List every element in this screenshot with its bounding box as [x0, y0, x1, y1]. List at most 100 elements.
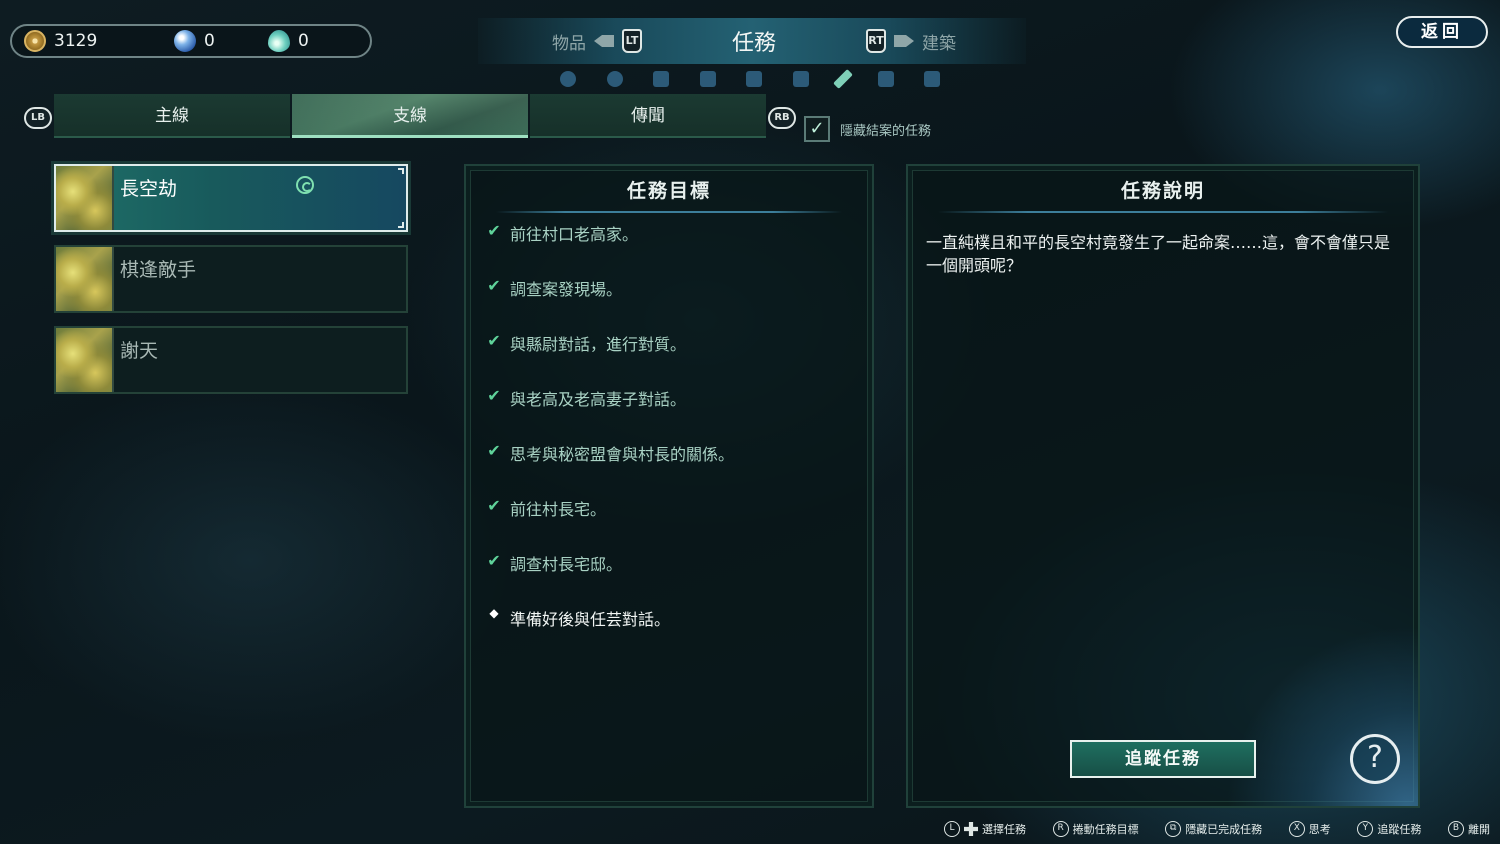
objective-text: 準備好後與任芸對話。	[510, 610, 671, 629]
corner-ornament	[398, 168, 404, 174]
tab-quests[interactable]: 任務	[732, 25, 776, 57]
r-stick-icon: R	[1052, 821, 1069, 837]
objective-item: ✔ 調查案發現場。	[486, 274, 872, 329]
tab-side-quest[interactable]: 支線	[292, 94, 528, 138]
hint-label: 隱藏已完成任務	[1185, 823, 1263, 836]
currency-bar: 3129 0 0	[10, 24, 372, 58]
objectives-list[interactable]: ✔ 前往村口老高家。 ✔ 調查案發現場。 ✔ 與縣尉對話，進行對質。 ✔ 與老高及老高妻…	[466, 219, 872, 659]
drop-value: 0	[298, 31, 309, 51]
track-quest-button[interactable]: 追蹤任務	[1070, 740, 1256, 778]
quest-list: 長空劫 棋逢敵手 謝天	[54, 164, 408, 407]
hide-closed-label: 隱藏結案的任務	[840, 123, 932, 139]
objective-text: 前往村長宅。	[510, 500, 607, 519]
check-icon: ✔	[487, 496, 501, 515]
mask-icon[interactable]	[560, 71, 576, 87]
dpad-icon	[964, 822, 978, 836]
tab-rumors[interactable]: 傳聞	[530, 94, 766, 138]
table-icon[interactable]	[877, 71, 894, 87]
hint-scroll-objectives[interactable]: R 捲動任務目標	[1052, 821, 1139, 837]
blue-orb-icon	[174, 30, 196, 52]
currency-drop: 0	[268, 30, 309, 52]
objective-text: 與縣尉對話，進行對質。	[510, 335, 687, 354]
title-divider	[496, 211, 842, 213]
quest-item[interactable]: 長空劫	[54, 164, 408, 232]
hint-label: 追蹤任務	[1377, 823, 1422, 836]
hint-label: 捲動任務目標	[1072, 823, 1139, 836]
check-icon: ✔	[487, 441, 501, 460]
description-title: 任務說明	[1120, 180, 1205, 202]
quest-thumbnail	[56, 166, 114, 230]
objective-item: ✔ 與老高及老高妻子對話。	[486, 384, 872, 439]
check-icon: ✔	[487, 331, 501, 350]
objective-item: ✔ 前往村長宅。	[486, 494, 872, 549]
hint-label: 思考	[1308, 823, 1331, 836]
l-stick-icon: L	[944, 821, 960, 837]
hint-hide-completed[interactable]: ⧉ 隱藏已完成任務	[1165, 821, 1262, 837]
tab-buildings[interactable]: RT 建築	[865, 29, 956, 54]
description-text: 一直純樸且和平的長空村竟發生了一起命案……這，會不會僅只是一個開頭呢？	[926, 233, 1391, 275]
coin-value: 3129	[54, 31, 98, 51]
quest-name: 謝天	[120, 340, 159, 362]
quest-type-tabs: 主線 支線 傳聞	[54, 94, 766, 140]
orb-value: 0	[204, 31, 215, 51]
hint-exit[interactable]: B 離開	[1447, 821, 1490, 837]
check-icon: ✔	[487, 276, 501, 295]
objective-text: 與老高及老高妻子對話。	[510, 390, 687, 409]
water-drop-icon	[268, 30, 290, 52]
scroll-icon[interactable]	[924, 71, 940, 87]
hide-closed-checkbox[interactable]: ✓	[804, 116, 830, 142]
quest-name: 棋逢敵手	[120, 259, 197, 281]
hint-label: 離開	[1467, 823, 1490, 836]
arrow-right-icon	[893, 35, 914, 47]
tab-main-quest[interactable]: 主線	[54, 94, 290, 138]
lt-trigger-icon: LT	[622, 29, 642, 53]
category-icons	[560, 68, 940, 90]
objective-text: 前往村口老高家。	[510, 225, 639, 244]
quest-thumbnail	[56, 328, 114, 392]
tab-quests-label: 任務	[731, 31, 776, 56]
check-icon: ✔	[487, 386, 501, 405]
currency-orb: 0	[174, 30, 268, 52]
currency-coin: 3129	[24, 30, 174, 52]
swirl-icon	[296, 176, 314, 194]
coin-icon	[24, 30, 46, 52]
description-panel: 任務說明 一直純樸且和平的長空村竟發生了一起命案……這，會不會僅只是一個開頭呢？	[906, 164, 1420, 808]
quest-item[interactable]: 棋逢敵手	[54, 245, 408, 313]
title-divider	[938, 211, 1388, 213]
view-button-icon: ⧉	[1165, 821, 1182, 837]
objective-text: 調查案發現場。	[510, 280, 623, 299]
y-button-icon: Y	[1357, 821, 1374, 837]
arrow-left-icon	[594, 35, 614, 47]
think-icon[interactable]: ?	[1350, 734, 1400, 784]
brush-icon[interactable]	[833, 69, 853, 89]
check-icon: ✔	[487, 221, 501, 240]
objective-item: ✔ 前往村口老高家。	[486, 219, 872, 274]
rt-trigger-icon: RT	[865, 29, 886, 53]
book-icon[interactable]	[653, 71, 669, 87]
b-button-icon: B	[1447, 821, 1464, 837]
chest-icon[interactable]	[792, 71, 809, 87]
check-icon: ✔	[487, 551, 501, 570]
objective-item: ✔ 調查村長宅邸。	[486, 549, 872, 604]
hint-track-quest[interactable]: Y 追蹤任務	[1357, 821, 1421, 837]
objective-item: ✔ 思考與秘密盟會與村長的關係。	[486, 439, 872, 494]
hint-think[interactable]: X 思考	[1288, 821, 1331, 837]
rb-button-icon[interactable]: RB	[768, 107, 796, 129]
quest-item[interactable]: 謝天	[54, 326, 408, 394]
objective-item: ✔ 與縣尉對話，進行對質。	[486, 329, 872, 384]
objective-item: ◆ 準備好後與任芸對話。	[486, 604, 872, 659]
x-button-icon: X	[1288, 821, 1305, 837]
tab-items[interactable]: 物品 LT	[552, 29, 642, 54]
hint-select-quest[interactable]: L 選擇任務	[944, 821, 1026, 837]
controller-hints: L 選擇任務 R 捲動任務目標 ⧉ 隱藏已完成任務 X 思考 Y 追蹤任務 B …	[944, 818, 1490, 840]
hide-closed-toggle[interactable]: ✓ 隱藏結案的任務	[804, 116, 931, 142]
top-tabs: 物品 LT 任務 RT 建築	[478, 18, 1026, 64]
quest-name: 長空劫	[120, 178, 178, 200]
armor-icon[interactable]	[746, 71, 762, 87]
objectives-panel: 任務目標 ✔ 前往村口老高家。 ✔ 調查案發現場。 ✔ 與縣尉對話，進行對質。 ✔ 與老…	[464, 164, 874, 808]
lb-button-icon[interactable]: LB	[24, 107, 52, 129]
tab-items-label: 物品	[552, 33, 586, 54]
figure-icon[interactable]	[699, 71, 716, 87]
spiral-icon[interactable]	[606, 71, 623, 87]
back-button[interactable]: 返回	[1396, 16, 1488, 48]
